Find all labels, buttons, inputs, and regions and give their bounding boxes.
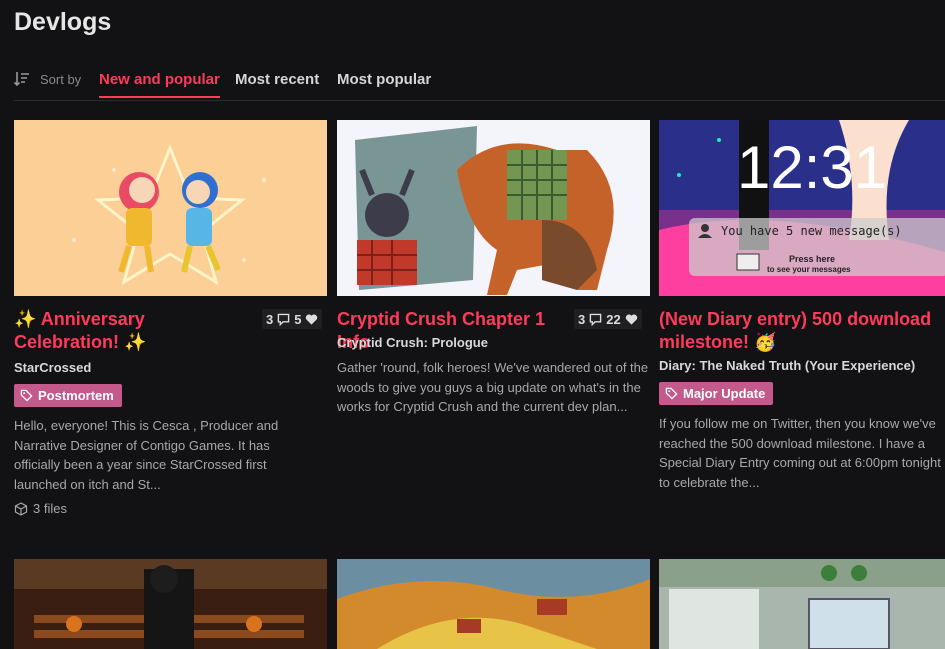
like-count: 5 xyxy=(294,311,302,327)
post-excerpt: If you follow me on Twitter, then you kn… xyxy=(659,416,941,490)
tag-icon xyxy=(665,387,678,400)
post-thumbnail[interactable] xyxy=(337,120,650,296)
sort-label: Sort by xyxy=(40,72,82,87)
game-title[interactable]: Cryptid Crush: Prologue xyxy=(337,335,488,350)
post-stats: 3 22 xyxy=(574,309,642,329)
devlog-card[interactable]: ✨ Anniversary Celebration! ✨ 3 5 StarCro… xyxy=(14,120,327,540)
post-title[interactable]: (New Diary entry) 500 download milestone… xyxy=(659,308,944,354)
sort-icon[interactable] xyxy=(14,71,30,87)
package-icon xyxy=(14,501,28,516)
post-excerpt: Hello, everyone! This is Cesca , Produce… xyxy=(14,418,279,492)
like-count: 22 xyxy=(606,311,621,327)
post-thumbnail[interactable]: 12:31 You have 5 new message(s) Press he… xyxy=(659,120,945,296)
post-thumbnail[interactable] xyxy=(659,559,945,649)
devlog-card[interactable]: 12:31 You have 5 new message(s) Press he… xyxy=(659,120,945,540)
post-excerpt: Gather 'round, folk heroes! We've wander… xyxy=(337,360,649,414)
thumb-press-sub: to see your messages xyxy=(767,265,851,274)
comment-count: 3 xyxy=(266,311,274,327)
attachments: 3 files xyxy=(14,501,67,516)
page-title: Devlogs xyxy=(14,8,112,36)
tab-most-popular[interactable]: Most popular xyxy=(337,71,431,88)
thumb-notice: You have 5 new message(s) xyxy=(721,224,902,238)
tag-label: Major Update xyxy=(683,386,766,401)
post-thumbnail[interactable] xyxy=(14,559,327,649)
comment-count: 3 xyxy=(578,311,586,327)
game-title[interactable]: StarCrossed xyxy=(14,360,91,375)
sort-bar: Sort by New and popular Most recent Most… xyxy=(14,68,945,101)
post-thumbnail[interactable] xyxy=(14,120,327,296)
tab-most-recent[interactable]: Most recent xyxy=(235,71,319,88)
post-title[interactable]: ✨ Anniversary Celebration! ✨ xyxy=(14,308,254,354)
devlog-card[interactable]: Cryptid Crush Chapter 1 Info 3 22 Crypti… xyxy=(337,120,650,540)
post-thumbnail[interactable] xyxy=(337,559,650,649)
tag-label: Postmortem xyxy=(38,388,114,403)
tab-new-and-popular[interactable]: New and popular xyxy=(99,71,220,98)
heart-icon xyxy=(306,313,318,325)
tag-icon xyxy=(20,389,33,402)
game-title[interactable]: Diary: The Naked Truth (Your Experience) xyxy=(659,358,915,373)
thumb-press: Press here xyxy=(789,254,835,264)
comment-icon xyxy=(277,313,290,326)
thumb-clock: 12:31 xyxy=(737,134,887,201)
file-count: 3 files xyxy=(33,501,67,516)
post-stats: 3 5 xyxy=(262,309,323,329)
tag-badge[interactable]: Major Update xyxy=(659,382,774,405)
heart-icon xyxy=(625,313,637,325)
comment-icon xyxy=(589,313,602,326)
tag-badge[interactable]: Postmortem xyxy=(14,384,122,407)
